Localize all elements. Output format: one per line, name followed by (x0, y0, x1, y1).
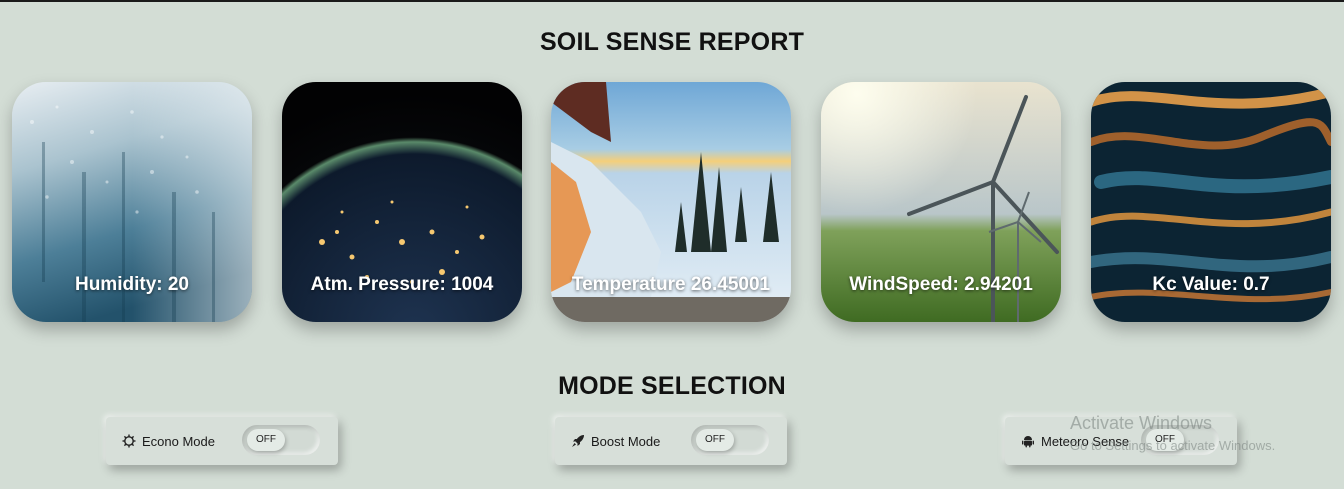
boost-mode-toggle[interactable]: OFF (691, 425, 769, 455)
rocket-icon (572, 435, 584, 447)
econo-mode-panel: Econo Mode OFF (106, 417, 338, 465)
humidity-label: Humidity: 20 (74, 274, 190, 295)
wind-label: WindSpeed: 2.94201 (849, 274, 1033, 295)
boost-mode-panel: Boost Mode OFF (555, 417, 787, 465)
pressure-card: Atm. Pressure: 1004 (282, 82, 522, 322)
humidity-card: Humidity: 20 (12, 82, 252, 322)
kc-label: Kc Value: 0.7 (1152, 274, 1270, 295)
mode-selection-title: MODE SELECTION (558, 372, 786, 400)
econo-mode-toggle[interactable]: OFF (242, 425, 320, 455)
top-border-line (0, 0, 1344, 2)
boost-mode-label: Boost Mode (591, 434, 661, 449)
wind-card: WindSpeed: 2.94201 (821, 82, 1061, 322)
econo-mode-toggle-state: OFF (247, 429, 285, 451)
temperature-card: Temperature 26.45001 (551, 82, 791, 322)
activate-windows-title: Activate Windows (1070, 413, 1213, 433)
gear-icon (122, 434, 136, 448)
kc-card: Kc Value: 0.7 (1091, 82, 1331, 322)
temperature-label: Temperature 26.45001 (571, 274, 771, 295)
page-title: SOIL SENSE REPORT (539, 28, 805, 56)
pressure-label: Atm. Pressure: 1004 (310, 274, 494, 295)
android-icon (1022, 436, 1034, 448)
econo-mode-label: Econo Mode (142, 434, 215, 449)
boost-mode-toggle-state: OFF (696, 429, 734, 451)
activate-windows-subtitle: Go to Settings to activate Windows. (1070, 438, 1276, 453)
